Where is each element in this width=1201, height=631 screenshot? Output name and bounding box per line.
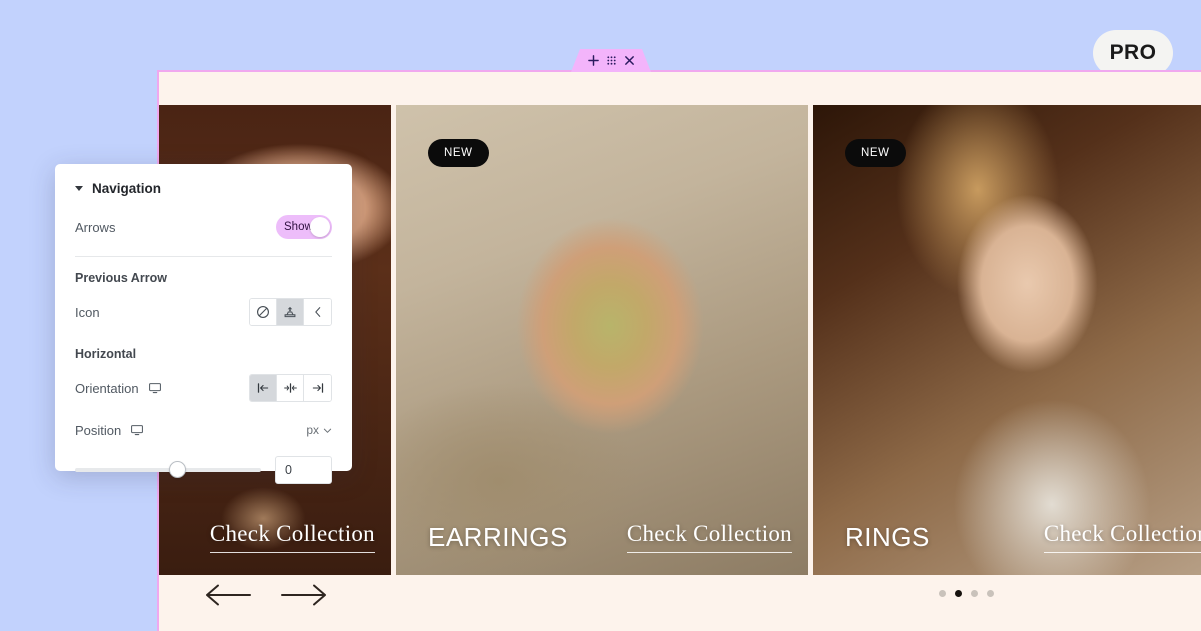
widget-handle-toolbar[interactable] — [571, 49, 651, 72]
icon-option-group — [249, 298, 332, 326]
desktop-icon[interactable] — [148, 381, 162, 395]
pagination-dot[interactable] — [955, 590, 962, 597]
close-icon[interactable] — [624, 55, 635, 66]
navigation-settings-panel: Navigation Arrows Show Previous Arrow Ic… — [55, 164, 352, 484]
arrow-right-icon[interactable] — [280, 580, 328, 610]
carousel-slide[interactable]: NEW EARRINGS Check Collection — [396, 105, 808, 575]
arrows-label: Arrows — [75, 219, 116, 235]
arrows-toggle[interactable]: Show — [276, 215, 332, 239]
grid-dots-icon[interactable] — [606, 55, 617, 66]
carousel-nav-arrows — [204, 580, 328, 610]
slide-cta-link[interactable]: Check Collection — [209, 521, 375, 553]
position-label: Position — [75, 422, 122, 438]
media-upload-icon[interactable] — [277, 299, 304, 325]
slide-cta-link[interactable]: Check Collection — [626, 521, 792, 553]
align-center-icon[interactable] — [277, 375, 304, 401]
horizontal-section-label: Horizontal — [75, 347, 137, 361]
plus-icon[interactable] — [587, 55, 599, 66]
align-end-icon[interactable] — [304, 375, 331, 401]
orientation-row: Orientation — [75, 367, 332, 409]
slide-image — [813, 105, 1201, 575]
chevron-left-icon[interactable] — [304, 299, 331, 325]
position-slider-row: 0 — [75, 453, 332, 487]
orientation-label: Orientation — [75, 380, 139, 396]
slide-image — [396, 105, 808, 575]
align-start-icon[interactable] — [250, 375, 277, 401]
carousel-pagination — [939, 590, 994, 597]
pro-badge-label: PRO — [1109, 41, 1157, 64]
slider-thumb[interactable] — [169, 461, 186, 478]
unit-label: px — [306, 423, 319, 437]
slide-title: RINGS — [845, 522, 930, 552]
panel-header[interactable]: Navigation — [75, 164, 332, 206]
pagination-dot[interactable] — [987, 590, 994, 597]
arrows-toggle-label: Show — [284, 221, 313, 233]
unit-selector[interactable]: px — [306, 423, 332, 437]
orientation-option-group — [249, 374, 332, 402]
orientation-label-group: Orientation — [75, 381, 162, 396]
chevron-down-icon — [323, 428, 332, 433]
caret-down-icon[interactable] — [75, 185, 83, 191]
carousel-slide[interactable]: NEW RINGS Check Collection — [813, 105, 1201, 575]
position-slider[interactable] — [75, 461, 261, 478]
desktop-icon[interactable] — [130, 423, 144, 437]
none-icon[interactable] — [250, 299, 277, 325]
arrows-row: Arrows Show — [75, 206, 332, 248]
arrow-left-icon[interactable] — [204, 580, 252, 610]
slide-title: EARRINGS — [428, 522, 568, 552]
pagination-dot[interactable] — [971, 590, 978, 597]
position-row: Position px — [75, 409, 332, 451]
status-badge: NEW — [845, 139, 906, 167]
toggle-knob — [310, 217, 330, 237]
icon-row: Icon — [75, 291, 332, 333]
status-badge: NEW — [428, 139, 489, 167]
position-label-group: Position — [75, 423, 144, 438]
position-value-input[interactable]: 0 — [275, 456, 332, 484]
pagination-dot[interactable] — [939, 590, 946, 597]
icon-label: Icon — [75, 304, 100, 320]
slide-cta-link[interactable]: Check Collection — [1043, 521, 1201, 553]
panel-title: Navigation — [92, 180, 162, 196]
previous-arrow-section-label: Previous Arrow — [75, 271, 167, 285]
